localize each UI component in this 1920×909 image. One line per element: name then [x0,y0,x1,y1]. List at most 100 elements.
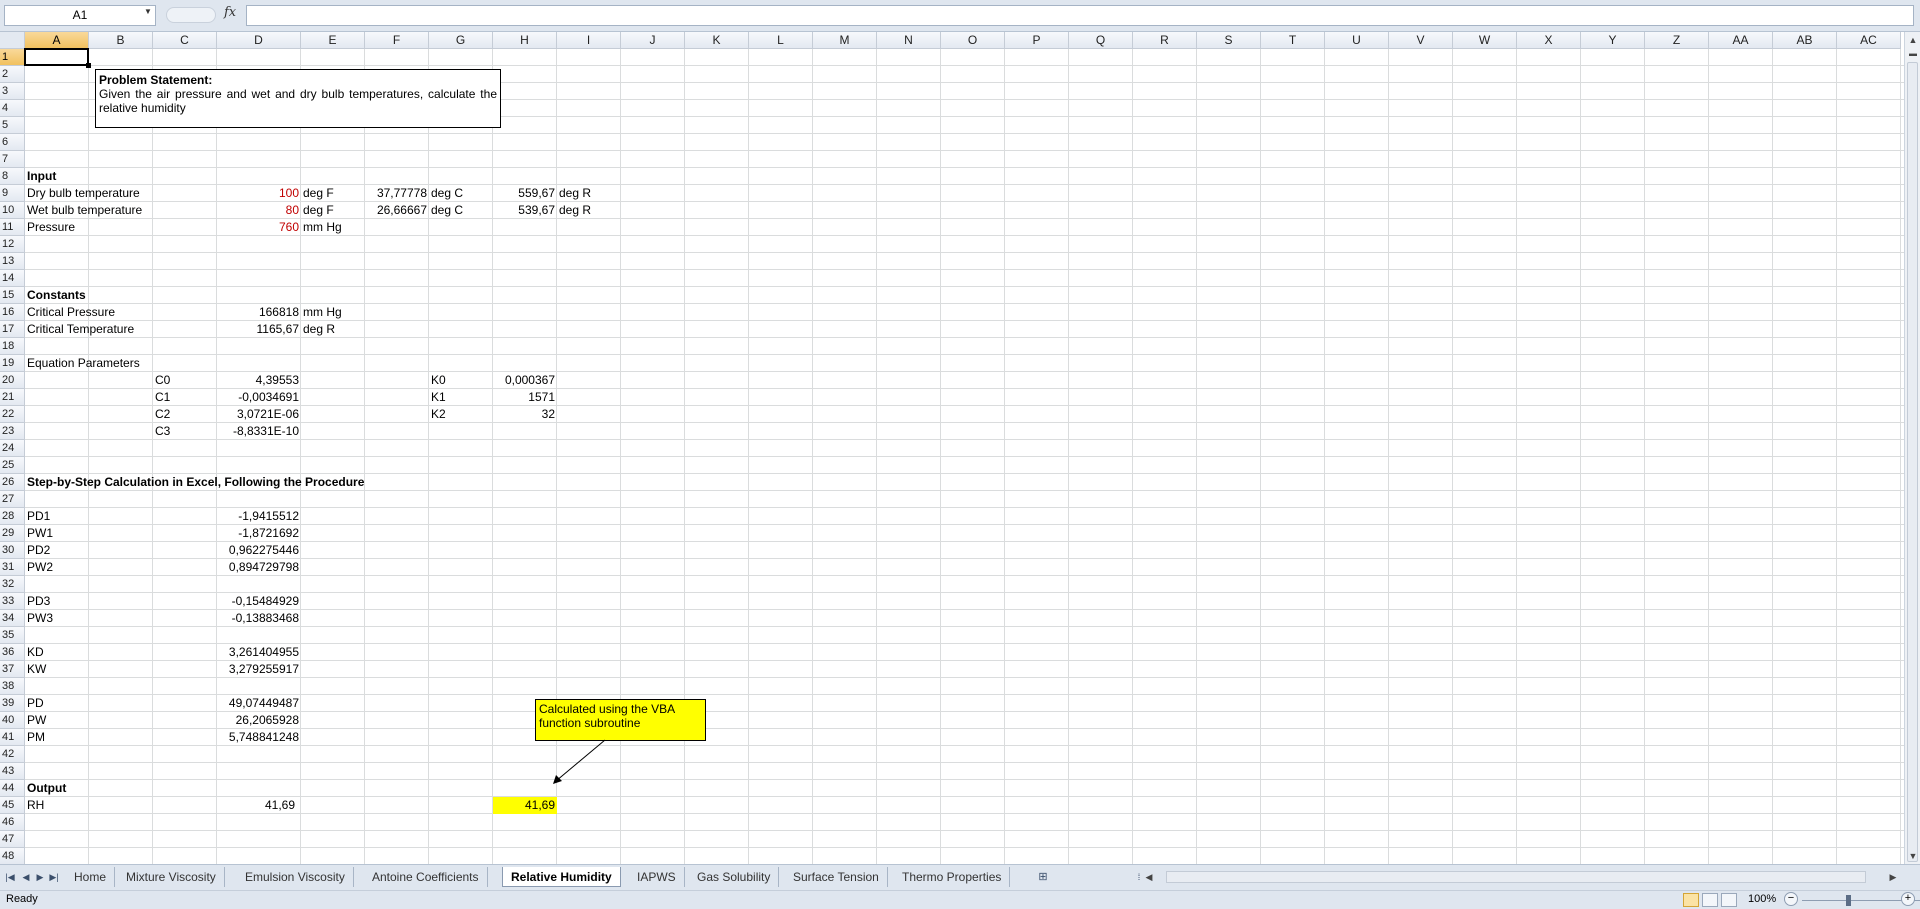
cell-d30[interactable]: 0,962275446 [217,542,301,559]
row-header-42[interactable]: 42 [0,746,25,763]
split-handle-icon[interactable]: ▬ [1905,46,1920,62]
scroll-down-icon[interactable]: ▼ [1905,848,1920,864]
sheet-tab-antoine-coefficients[interactable]: Antoine Coefficients [364,867,488,887]
cell-i9[interactable]: deg R [557,185,593,202]
vertical-scrollbar[interactable]: ▲ ▬ ▼ [1904,32,1920,864]
column-header-o[interactable]: O [941,32,1005,49]
prev-sheet-icon[interactable]: ◀ [20,870,32,884]
sheet-tab-home[interactable]: Home [66,867,116,887]
row-header-2[interactable]: 2 [0,66,25,83]
zoom-in-icon[interactable]: + [1901,892,1915,906]
normal-view-icon[interactable] [1683,893,1699,907]
horizontal-scroll-thumb[interactable] [1166,871,1866,883]
column-header-e[interactable]: E [301,32,365,49]
cell-d20[interactable]: 4,39553 [217,372,301,389]
row-header-46[interactable]: 46 [0,814,25,831]
next-sheet-icon[interactable]: ▶ [34,870,46,884]
select-all-corner[interactable] [0,32,25,49]
cell-g10[interactable]: deg C [429,202,465,219]
sheet-tab-iapws[interactable]: IAPWS [629,867,685,887]
cell-a17[interactable]: Critical Temperature [25,321,136,338]
column-header-l[interactable]: L [749,32,813,49]
cell-g22[interactable]: K2 [429,406,448,423]
page-layout-view-icon[interactable] [1702,893,1718,907]
row-header-40[interactable]: 40 [0,712,25,729]
row-header-41[interactable]: 41 [0,729,25,746]
row-header-31[interactable]: 31 [0,559,25,576]
cell-e17[interactable]: deg R [301,321,337,338]
name-box-dropdown-icon[interactable]: ▼ [144,7,152,16]
cell-d45[interactable]: 41,69 [217,797,297,814]
column-header-t[interactable]: T [1261,32,1325,49]
horizontal-scrollbar[interactable]: ◀ ▶ [1142,870,1900,886]
row-header-29[interactable]: 29 [0,525,25,542]
row-header-30[interactable]: 30 [0,542,25,559]
sheet-tab-thermo-properties[interactable]: Thermo Properties [894,867,1011,887]
cell-d21[interactable]: -0,0034691 [217,389,301,406]
row-header-16[interactable]: 16 [0,304,25,321]
scroll-left-icon[interactable]: ◀ [1142,870,1156,884]
row-header-11[interactable]: 11 [0,219,25,236]
first-sheet-icon[interactable]: |◀ [4,870,16,884]
column-header-i[interactable]: I [557,32,621,49]
cell-f10[interactable]: 26,66667 [365,202,429,219]
sheet-tab-surface-tension[interactable]: Surface Tension [785,867,888,887]
row-header-17[interactable]: 17 [0,321,25,338]
row-header-23[interactable]: 23 [0,423,25,440]
cell-d40[interactable]: 26,2065928 [217,712,301,729]
vertical-scroll-thumb[interactable] [1907,62,1918,862]
cell-a36[interactable]: KD [25,644,46,661]
column-header-n[interactable]: N [877,32,941,49]
worksheet-grid[interactable]: A B C D E F G H I J K L M N O P Q R S T U V W X Y Z AA AB AC 1234567… [0,32,1904,864]
column-header-x[interactable]: X [1517,32,1581,49]
cell-h22[interactable]: 32 [493,406,557,423]
cell-a45[interactable]: RH [25,797,46,814]
row-header-10[interactable]: 10 [0,202,25,219]
column-header-q[interactable]: Q [1069,32,1133,49]
column-header-s[interactable]: S [1197,32,1261,49]
row-header-43[interactable]: 43 [0,763,25,780]
cell-a40[interactable]: PW [25,712,48,729]
cell-a39[interactable]: PD [25,695,46,712]
cell-f9[interactable]: 37,77778 [365,185,429,202]
column-header-d[interactable]: D [217,32,301,49]
row-header-33[interactable]: 33 [0,593,25,610]
row-header-14[interactable]: 14 [0,270,25,287]
cell-e10[interactable]: deg F [301,202,336,219]
insert-sheet-icon[interactable]: ⊞ [1034,870,1052,884]
cell-d39[interactable]: 49,07449487 [217,695,301,712]
column-header-c[interactable]: C [153,32,217,49]
insert-function-icon[interactable]: fx [224,5,236,20]
page-break-view-icon[interactable] [1721,893,1737,907]
cell-a30[interactable]: PD2 [25,542,52,559]
problem-statement-textbox[interactable]: Problem Statement: Given the air pressur… [95,69,501,128]
row-header-22[interactable]: 22 [0,406,25,423]
row-header-37[interactable]: 37 [0,661,25,678]
cell-i10[interactable]: deg R [557,202,593,219]
cell-c21[interactable]: C1 [153,389,172,406]
column-header-w[interactable]: W [1453,32,1517,49]
cell-a19[interactable]: Equation Parameters [25,355,142,372]
row-header-45[interactable]: 45 [0,797,25,814]
column-header-ab[interactable]: AB [1773,32,1837,49]
fill-handle[interactable] [86,63,91,68]
cell-d16[interactable]: 166818 [217,304,301,321]
cell-h21[interactable]: 1571 [493,389,557,406]
cell-d10[interactable]: 80 [217,202,301,219]
cell-d11[interactable]: 760 [217,219,301,236]
cell-h10[interactable]: 539,67 [493,202,557,219]
cell-a28[interactable]: PD1 [25,508,52,525]
cell-d9[interactable]: 100 [217,185,301,202]
row-header-9[interactable]: 9 [0,185,25,202]
row-header-6[interactable]: 6 [0,134,25,151]
sheet-tab-mixture-viscosity[interactable]: Mixture Viscosity [118,867,225,887]
row-header-21[interactable]: 21 [0,389,25,406]
column-header-g[interactable]: G [429,32,493,49]
cell-d41[interactable]: 5,748841248 [217,729,301,746]
row-header-18[interactable]: 18 [0,338,25,355]
zoom-level[interactable]: 100% [1748,893,1776,905]
cell-d31[interactable]: 0,894729798 [217,559,301,576]
cell-a10[interactable]: Wet bulb temperature [25,202,144,219]
cell-c23[interactable]: C3 [153,423,172,440]
row-header-13[interactable]: 13 [0,253,25,270]
